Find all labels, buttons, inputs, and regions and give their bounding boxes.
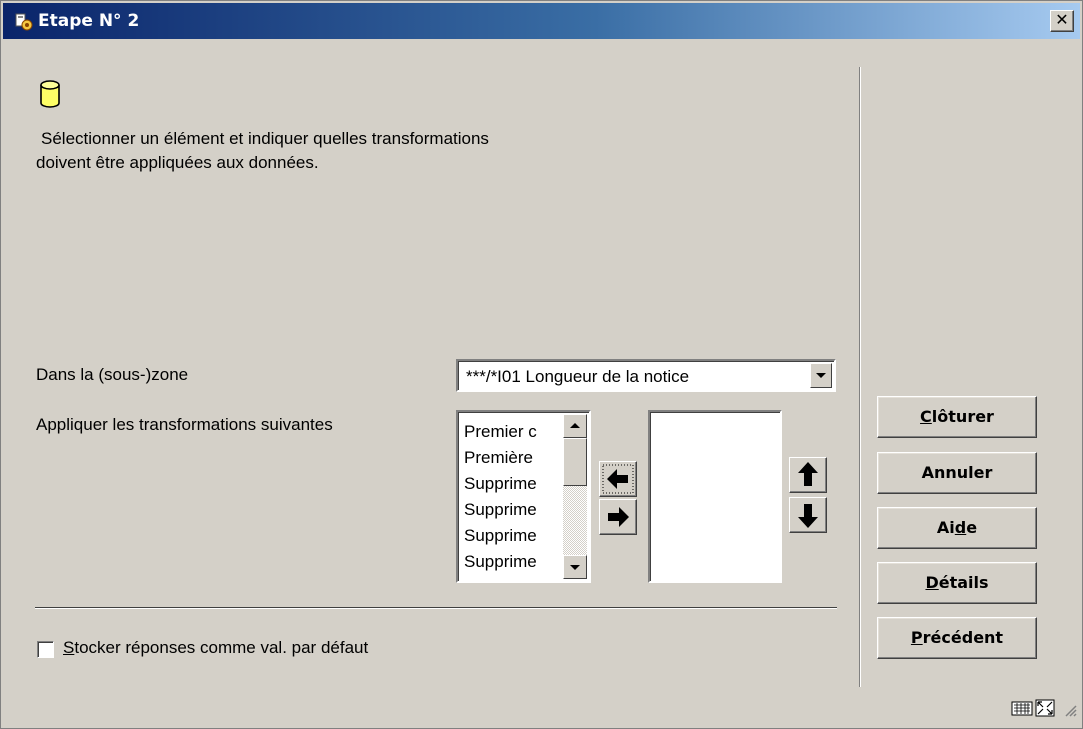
arrow-left-icon [602,464,634,494]
arrow-down-icon [798,504,818,528]
help-button-label-rest: e [966,518,978,537]
list-item[interactable]: Premier c [464,422,564,442]
close-button[interactable]: Clôturer [877,396,1037,438]
details-button-label: étails [938,573,989,592]
list-item[interactable]: Supprime [464,552,564,572]
instruction-line-2: doivent être appliquées aux données. [36,153,319,172]
instruction-line-1: Sélectionner un élément et indiquer quel… [41,129,489,148]
help-button-label-pre: Ai [936,518,955,537]
close-button-label: lôturer [931,407,994,426]
move-up-button[interactable] [789,457,827,493]
horizontal-divider [35,607,837,609]
zone-dropdown[interactable]: ***/*I01 Longueur de la notice [456,359,836,392]
move-down-button[interactable] [789,497,827,533]
close-window-button[interactable]: ✕ [1050,10,1074,32]
chevron-down-icon[interactable] [810,363,832,388]
resize-grip-icon[interactable] [1063,703,1077,717]
cancel-button-label: Annuler [921,463,993,482]
cancel-button[interactable]: Annuler [877,452,1037,494]
zone-dropdown-value: ***/*I01 Longueur de la notice [466,367,690,386]
list-item[interactable]: Supprime [464,500,564,520]
zone-label: Dans la (sous-)zone [36,365,189,384]
store-default-checkbox[interactable] [37,641,54,658]
list-item[interactable]: Supprime [464,474,564,494]
arrow-up-icon [798,462,818,486]
vertical-divider [859,67,861,687]
dialog-window: Etape N° 2 ✕ Sélectionner un élément et … [0,0,1083,729]
store-default-label[interactable]: Stocker réponses comme val. par défaut [63,638,368,658]
app-icon [15,13,33,31]
close-icon: ✕ [1055,10,1069,29]
details-button[interactable]: Détails [877,562,1037,604]
selected-transformations-list[interactable] [648,410,782,583]
store-default-accel: S [63,638,75,657]
window-title: Etape N° 2 [38,11,140,31]
close-button-accel: C [920,407,932,426]
help-button-accel: d [954,518,967,537]
database-icon [40,80,60,108]
title-bar: Etape N° 2 ✕ [3,3,1080,39]
previous-button-label: récédent [922,628,1004,647]
list-scrollbar[interactable] [563,414,587,579]
list-item[interactable]: Première [464,448,564,468]
keyboard-icon[interactable] [1011,699,1033,717]
help-button[interactable]: Aide [877,507,1037,549]
previous-button[interactable]: Précédent [877,617,1037,659]
store-default-label-rest: tocker réponses comme val. par défaut [74,638,369,657]
list-item[interactable]: Supprime [464,526,564,546]
scroll-thumb[interactable] [563,438,587,486]
previous-button-accel: P [910,628,923,647]
scroll-up-icon[interactable] [563,414,587,438]
move-right-button[interactable] [599,499,637,535]
instruction-text: Sélectionner un élément et indiquer quel… [36,127,676,175]
move-left-button[interactable] [599,461,637,497]
available-transformations-list[interactable]: Premier c Première Supprime Supprime Sup… [456,410,591,583]
scroll-down-icon[interactable] [563,555,587,579]
transformations-label: Appliquer les transformations suivantes [36,415,333,434]
details-button-accel: D [925,573,939,592]
maximize-icon[interactable] [1035,699,1055,717]
arrow-right-icon [608,507,629,527]
